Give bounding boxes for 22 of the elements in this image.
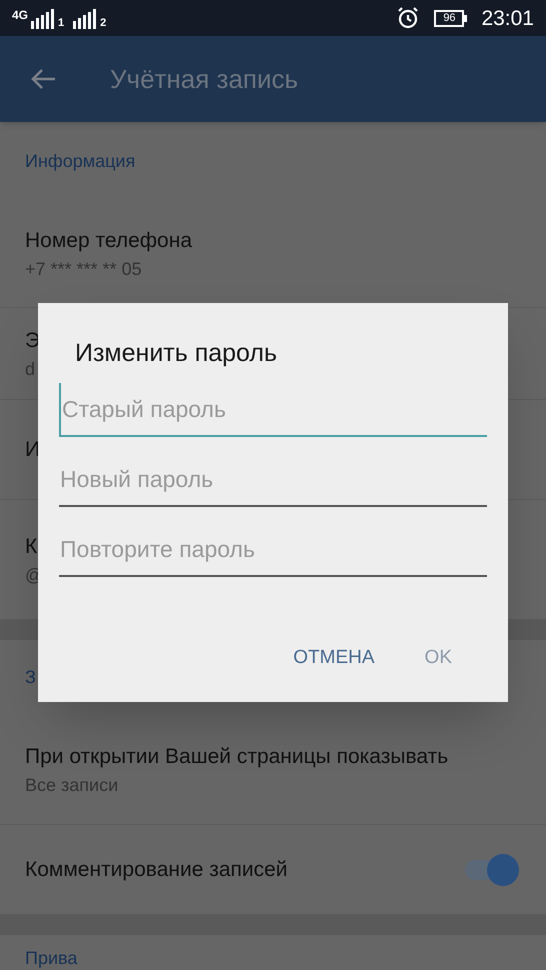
section-header: Прива (25, 947, 78, 970)
dialog-title: Изменить пароль (75, 338, 278, 369)
sim-label: 1 (58, 18, 64, 29)
section-header: З (25, 666, 36, 689)
clock-time: 23:01 (481, 8, 534, 28)
item-title: Номер телефона (25, 228, 192, 254)
sim-label: 2 (100, 18, 106, 29)
signal-icon (30, 7, 56, 29)
password-field[interactable]: Повторите пароль (59, 523, 487, 577)
network-label: 4G (12, 9, 28, 21)
app-bar-title: Учётная запись (110, 62, 298, 96)
section-header: Информация (25, 150, 136, 173)
alarm-clock-icon (396, 6, 420, 30)
battery-icon: 96 (434, 10, 468, 26)
password-field[interactable]: Новый пароль (59, 453, 487, 507)
signal-icon (72, 7, 98, 29)
item-title: Комментирование записей (25, 856, 288, 882)
password-field[interactable]: Старый пароль (59, 383, 487, 437)
toggle-switch[interactable] (463, 854, 519, 886)
dialog-button[interactable]: ОТМЕНА (293, 644, 375, 672)
item-title: К (25, 534, 38, 560)
item-title: При открытии Вашей страницы показывать (25, 744, 448, 770)
